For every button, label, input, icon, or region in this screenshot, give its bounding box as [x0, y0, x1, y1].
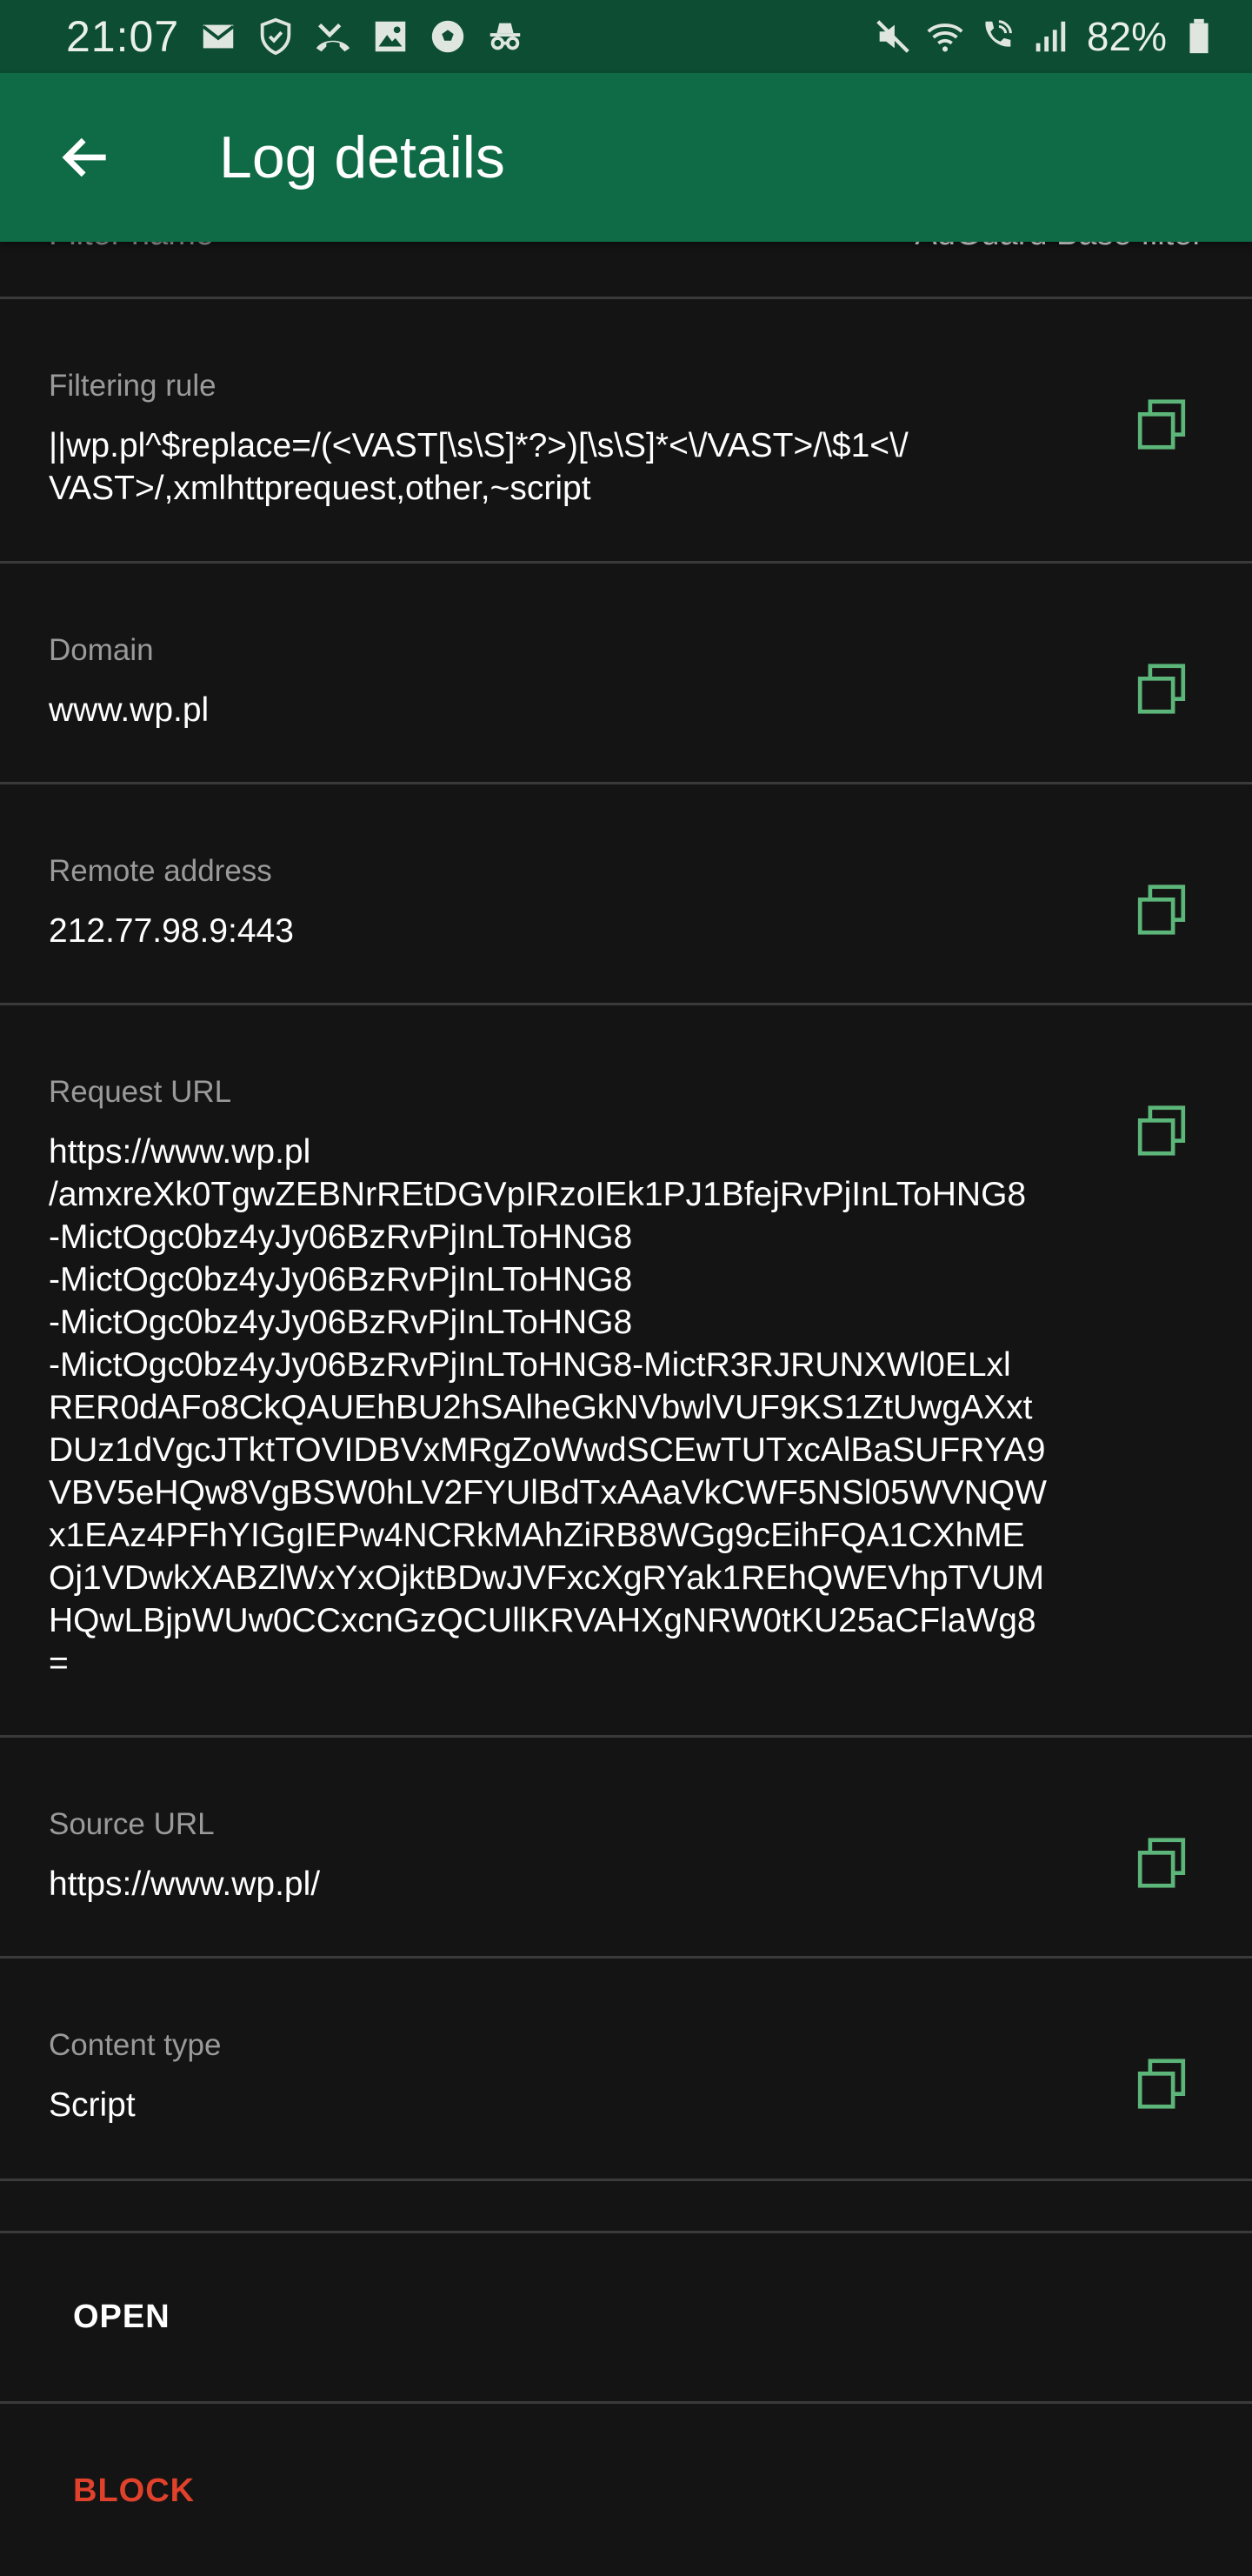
detail-value: https://www.wp.pl /amxreXk0TgwZEBNrREtDG… — [49, 1133, 1047, 1682]
detail-label: Request URL — [49, 1075, 232, 1109]
detail-label: Source URL — [49, 1807, 215, 1841]
soccer-ball-icon — [428, 17, 468, 57]
signal-icon — [1029, 17, 1069, 57]
detail-label: Remote address — [49, 854, 272, 888]
shield-icon — [256, 17, 296, 57]
battery-icon — [1179, 17, 1219, 57]
copy-icon — [1137, 1838, 1186, 1888]
detail-value: 212.77.98.9:443 — [49, 912, 294, 950]
arrow-left-icon — [62, 137, 106, 177]
copy-icon — [1137, 399, 1186, 450]
detail-row-remote-address: Remote address 212.77.98.9:443 — [0, 784, 1252, 1005]
detail-row-request-url: Request URL https://www.wp.pl /amxreXk0T… — [0, 1005, 1252, 1738]
block-label: BLOCK — [73, 2472, 196, 2509]
copy-button[interactable] — [1120, 1821, 1203, 1905]
copy-icon — [1137, 884, 1186, 935]
copy-icon — [1137, 1105, 1186, 1156]
mute-icon — [873, 17, 913, 57]
open-button[interactable]: OPEN — [0, 2233, 1252, 2404]
detail-row-content-type: Content type Script — [0, 1959, 1252, 2181]
back-button[interactable] — [38, 110, 134, 205]
missed-call-icon — [313, 17, 353, 57]
detail-value: Script — [49, 2086, 136, 2124]
battery-percent: 82% — [1086, 14, 1167, 59]
copy-icon — [1137, 2059, 1186, 2109]
app-bar: Log details — [0, 73, 1252, 242]
block-button[interactable]: BLOCK — [0, 2406, 1252, 2576]
detail-row-filtering-rule: Filtering rule ||wp.pl^$replace=/(<VAST[… — [0, 299, 1252, 564]
image-icon — [370, 17, 410, 57]
detail-label: Content type — [49, 2028, 222, 2062]
detail-value: https://www.wp.pl/ — [49, 1865, 321, 1903]
copy-button[interactable] — [1120, 2042, 1203, 2126]
detail-label: Domain — [49, 633, 154, 667]
status-bar: 21:07 82% — [0, 0, 1252, 73]
copy-button[interactable] — [1120, 868, 1203, 951]
status-time: 21:07 — [66, 12, 180, 61]
incognito-icon — [485, 17, 525, 57]
copy-button[interactable] — [1120, 1089, 1203, 1172]
detail-row-domain: Domain www.wp.pl — [0, 564, 1252, 784]
detail-row-source-url: Source URL https://www.wp.pl/ — [0, 1738, 1252, 1959]
open-label: OPEN — [73, 2299, 170, 2335]
section-divider — [0, 2181, 1252, 2233]
detail-value: ||wp.pl^$replace=/(<VAST[\s\S]*?>)[\s\S]… — [49, 427, 909, 507]
page-title: Log details — [219, 124, 505, 190]
notification-icons — [198, 17, 525, 57]
wifi-call-icon — [977, 17, 1017, 57]
mail-icon — [198, 17, 238, 57]
copy-button[interactable] — [1120, 647, 1203, 731]
copy-icon — [1137, 664, 1186, 714]
detail-value: www.wp.pl — [49, 691, 210, 729]
wifi-icon — [925, 17, 965, 57]
system-icons: 82% — [873, 13, 1219, 60]
detail-label: Filtering rule — [49, 369, 216, 403]
copy-button[interactable] — [1120, 383, 1203, 466]
